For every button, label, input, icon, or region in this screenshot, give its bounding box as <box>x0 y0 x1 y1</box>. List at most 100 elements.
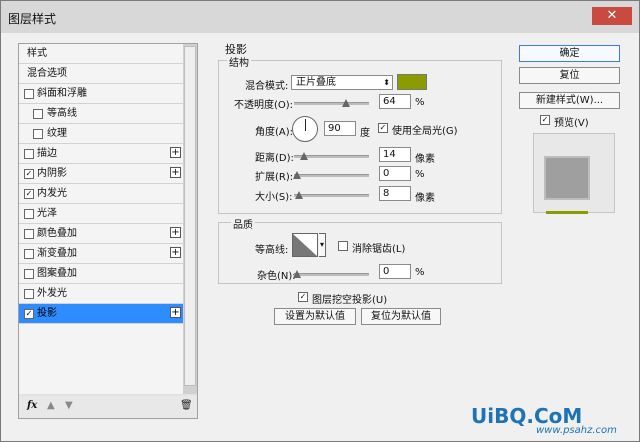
sidebar-checkbox[interactable] <box>24 229 34 239</box>
spread-label: 扩展(R): <box>255 172 294 183</box>
sidebar-item[interactable]: 等高线 <box>19 104 183 124</box>
sidebar-checkbox[interactable] <box>24 309 34 319</box>
size-unit: 像素 <box>415 193 435 204</box>
sidebar-item[interactable]: 斜面和浮雕 <box>19 84 183 104</box>
sidebar-item[interactable]: 内发光 <box>19 184 183 204</box>
style-list-footer: fx ▲ ▼ 🗑 <box>19 396 197 418</box>
sidebar-checkbox[interactable] <box>33 109 43 119</box>
sidebar-item-label: 混合选项 <box>27 68 67 79</box>
sidebar-item-label: 外发光 <box>37 288 67 299</box>
add-instance-icon[interactable]: + <box>170 227 181 238</box>
sidebar-checkbox[interactable] <box>24 89 34 99</box>
sidebar-item[interactable]: 纹理 <box>19 124 183 144</box>
size-slider[interactable] <box>294 191 369 199</box>
sidebar-item-label: 等高线 <box>47 108 77 119</box>
spread-input[interactable]: 0 <box>379 166 411 181</box>
sidebar-item[interactable]: 光泽 <box>19 204 183 224</box>
distance-label: 距离(D): <box>255 153 294 164</box>
noise-slider[interactable] <box>293 270 369 278</box>
sidebar-checkbox[interactable] <box>24 209 34 219</box>
sidebar-item[interactable]: 渐变叠加 + <box>19 244 183 264</box>
quality-title: 品质 <box>231 216 255 231</box>
size-input[interactable]: 8 <box>379 186 411 201</box>
angle-unit: 度 <box>360 128 370 139</box>
use-global-light-checkbox[interactable] <box>378 123 388 133</box>
noise-label: 杂色(N): <box>257 271 296 282</box>
angle-needle <box>305 119 306 131</box>
structure-title: 结构 <box>227 54 251 69</box>
add-instance-icon[interactable]: + <box>170 167 181 178</box>
angle-dial[interactable] <box>292 116 318 142</box>
blend-mode-label: 混合模式: <box>245 81 289 92</box>
contour-preview[interactable] <box>292 233 318 257</box>
antialias-checkbox[interactable] <box>338 241 348 251</box>
distance-slider-thumb[interactable] <box>300 152 308 160</box>
move-up-icon[interactable]: ▲ <box>47 400 55 411</box>
sidebar-item[interactable]: 混合选项 <box>19 64 183 84</box>
reset-button[interactable]: 复位 <box>519 67 620 84</box>
contour-dropdown-icon[interactable]: ▾ <box>319 233 326 257</box>
sidebar-checkbox[interactable] <box>24 149 34 159</box>
preview-shadow <box>546 211 588 214</box>
spread-unit: % <box>415 169 425 180</box>
vertical-scrollbar[interactable] <box>183 44 197 394</box>
sidebar-checkbox[interactable] <box>24 269 34 279</box>
preview-checkbox[interactable] <box>540 115 550 125</box>
opacity-input[interactable]: 64 <box>379 94 411 109</box>
blend-mode-select[interactable]: 正片叠底 ⬍ <box>291 75 393 90</box>
knockout-checkbox[interactable] <box>298 292 308 302</box>
opacity-label: 不透明度(O): <box>234 100 294 111</box>
use-global-light-label: 使用全局光(G) <box>392 126 458 137</box>
opacity-slider-thumb[interactable] <box>342 99 350 107</box>
add-instance-icon[interactable]: + <box>170 147 181 158</box>
angle-input[interactable]: 90 <box>324 121 356 136</box>
opacity-slider[interactable] <box>294 99 369 107</box>
distance-input[interactable]: 14 <box>379 147 411 162</box>
sidebar-checkbox[interactable] <box>24 249 34 259</box>
sidebar-item[interactable]: 样式 <box>19 44 183 64</box>
sidebar-item-label: 内阴影 <box>37 168 67 179</box>
sidebar-checkbox[interactable] <box>33 129 43 139</box>
distance-slider[interactable] <box>294 152 369 160</box>
sidebar-item-label: 渐变叠加 <box>37 248 77 259</box>
move-down-icon[interactable]: ▼ <box>65 400 73 411</box>
title-bar: 图层样式 ✕ <box>1 1 639 33</box>
spread-slider-thumb[interactable] <box>293 171 301 179</box>
sidebar-checkbox[interactable] <box>24 289 34 299</box>
new-style-button[interactable]: 新建样式(W)... <box>519 92 620 109</box>
antialias-label: 消除锯齿(L) <box>352 244 406 255</box>
set-default-button[interactable]: 设置为默认值 <box>274 308 356 325</box>
sidebar-item[interactable]: 内阴影 + <box>19 164 183 184</box>
reset-default-button[interactable]: 复位为默认值 <box>361 308 441 325</box>
dropdown-icon: ⬍ <box>383 78 390 87</box>
add-instance-icon[interactable]: + <box>170 307 181 318</box>
trash-icon[interactable]: 🗑 <box>180 400 193 411</box>
sidebar-checkbox[interactable] <box>24 189 34 199</box>
sidebar-item[interactable]: 描边 + <box>19 144 183 164</box>
watermark-url: www.psahz.com <box>536 425 617 436</box>
add-instance-icon[interactable]: + <box>170 247 181 258</box>
sidebar-item[interactable]: 外发光 <box>19 284 183 304</box>
distance-unit: 像素 <box>415 154 435 165</box>
size-slider-thumb[interactable] <box>295 191 303 199</box>
close-button[interactable]: ✕ <box>592 7 632 25</box>
sidebar-item[interactable]: 投影 + <box>19 304 183 324</box>
sidebar-item[interactable]: 颜色叠加 + <box>19 224 183 244</box>
contour-curve-icon <box>293 234 317 256</box>
angle-label: 角度(A): <box>255 127 294 138</box>
sidebar-item[interactable]: 图案叠加 <box>19 264 183 284</box>
sidebar-item-label: 投影 <box>37 308 57 319</box>
ok-button[interactable]: 确定 <box>519 45 620 62</box>
sidebar-item-label: 纹理 <box>47 128 67 139</box>
fx-icon[interactable]: fx <box>27 400 37 411</box>
layer-style-dialog: 图层样式 ✕ 样式混合选项斜面和浮雕等高线纹理描边 + 内阴影 + 内发光光泽颜色叠加 +… <box>0 0 640 442</box>
noise-slider-thumb[interactable] <box>293 270 301 278</box>
spread-slider[interactable] <box>293 171 369 179</box>
preview-square <box>544 156 590 200</box>
shadow-color-swatch[interactable] <box>397 74 427 90</box>
scroll-thumb[interactable] <box>184 46 196 386</box>
contour-label: 等高线: <box>255 245 289 256</box>
style-preview <box>533 133 615 214</box>
noise-input[interactable]: 0 <box>379 264 411 279</box>
sidebar-checkbox[interactable] <box>24 169 34 179</box>
